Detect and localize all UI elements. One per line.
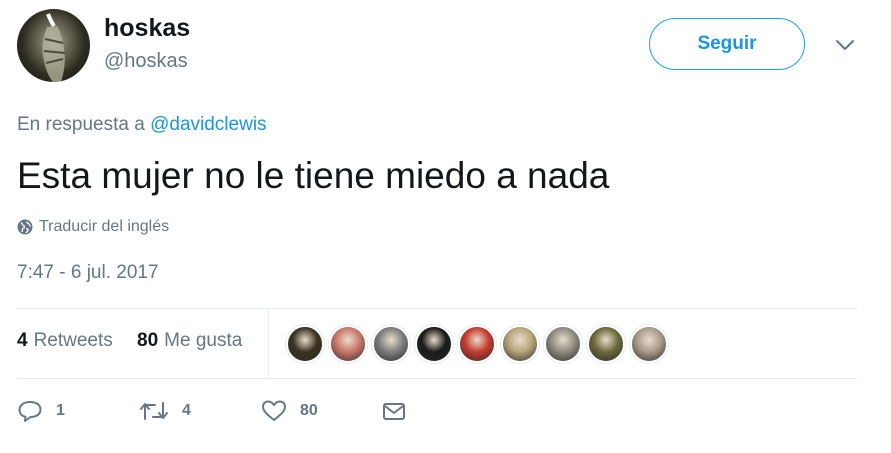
follow-button[interactable]: Seguir bbox=[649, 18, 805, 70]
stats-bottom-divider bbox=[17, 378, 857, 379]
liker-avatar[interactable] bbox=[587, 325, 625, 363]
translate-link[interactable]: Traducir del inglés bbox=[17, 216, 169, 238]
reply-prefix: En respuesta a bbox=[17, 114, 145, 135]
like-count: 80 bbox=[300, 402, 318, 419]
stats-separator bbox=[268, 309, 269, 378]
reply-icon bbox=[18, 401, 42, 422]
likes-label: Me gusta bbox=[164, 330, 243, 351]
envelope-icon bbox=[383, 403, 405, 420]
liker-avatar[interactable] bbox=[372, 325, 410, 363]
likes-count: 80 bbox=[137, 330, 159, 351]
tweet-header: hoskas @hoskas Seguir bbox=[17, 8, 871, 84]
globe-icon bbox=[17, 219, 33, 235]
liker-avatar[interactable] bbox=[415, 325, 453, 363]
tweet-stats: 4 Retweets 80 Me gusta bbox=[17, 309, 857, 378]
retweets-stat[interactable]: 4 Retweets bbox=[17, 330, 113, 352]
liker-avatar[interactable] bbox=[329, 325, 367, 363]
heart-icon bbox=[262, 400, 286, 421]
liker-avatar[interactable] bbox=[501, 325, 539, 363]
direct-message-button[interactable] bbox=[382, 394, 406, 428]
tweet-timestamp[interactable]: 7:47 - 6 jul. 2017 bbox=[17, 262, 159, 284]
retweet-button[interactable]: 4 bbox=[139, 394, 191, 428]
liker-avatar[interactable] bbox=[286, 325, 324, 363]
tweet-permalink: hoskas @hoskas Seguir En respuesta a @da… bbox=[0, 0, 891, 453]
likes-stat[interactable]: 80 Me gusta bbox=[137, 330, 242, 352]
tweet-text: Esta mujer no le tiene miedo a nada bbox=[17, 155, 610, 196]
reply-button[interactable]: 1 bbox=[17, 394, 65, 428]
liker-avatar[interactable] bbox=[630, 325, 668, 363]
retweets-label: Retweets bbox=[33, 330, 113, 351]
retweets-count: 4 bbox=[17, 330, 28, 351]
liker-avatar[interactable] bbox=[458, 325, 496, 363]
reply-mention-link[interactable]: @davidclewis bbox=[150, 114, 266, 135]
translate-label: Traducir del inglés bbox=[39, 218, 170, 235]
liker-avatar[interactable] bbox=[544, 325, 582, 363]
like-button[interactable]: 80 bbox=[261, 394, 318, 428]
reply-context: En respuesta a @davidclewis bbox=[17, 114, 267, 136]
screen-name[interactable]: @hoskas bbox=[104, 50, 188, 73]
display-name[interactable]: hoskas bbox=[104, 14, 190, 43]
avatar-image bbox=[42, 13, 66, 82]
reply-count: 1 bbox=[56, 402, 65, 419]
avatar[interactable] bbox=[17, 9, 90, 82]
retweet-count: 4 bbox=[182, 402, 191, 419]
retweet-icon bbox=[140, 402, 168, 420]
chevron-down-icon[interactable] bbox=[834, 34, 856, 56]
